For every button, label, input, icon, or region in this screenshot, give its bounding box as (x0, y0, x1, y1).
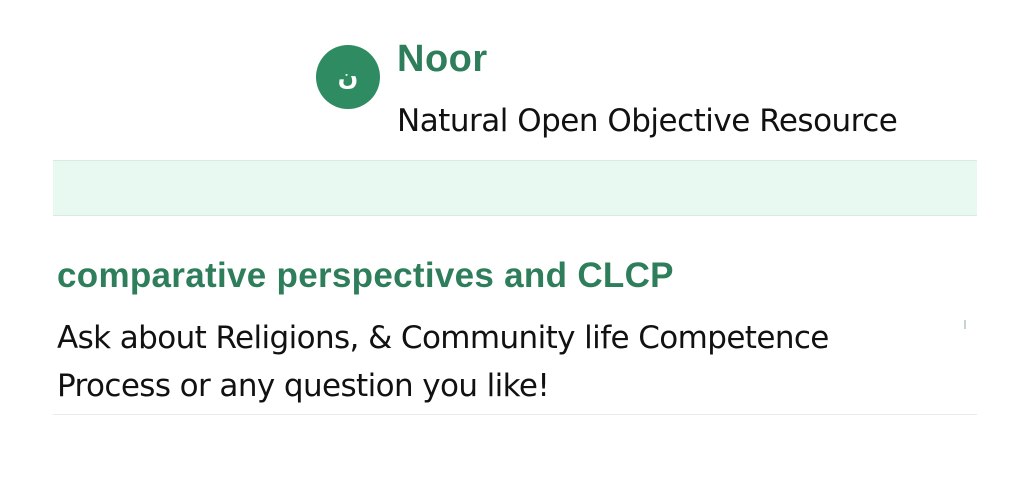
chat-prompt: Ask about Religions, & Community life Co… (57, 320, 829, 404)
band-divider (53, 215, 977, 216)
scroll-mark (964, 320, 966, 329)
logo-glyph: ن (337, 63, 359, 91)
app-subtitle: Natural Open Objective Resource (397, 103, 898, 139)
chat-heading: comparative perspectives and CLCP (57, 256, 674, 295)
highlight-band (53, 161, 977, 215)
content-divider (53, 414, 977, 415)
app-name: Noor (397, 38, 488, 80)
app-logo: ن (316, 45, 380, 109)
